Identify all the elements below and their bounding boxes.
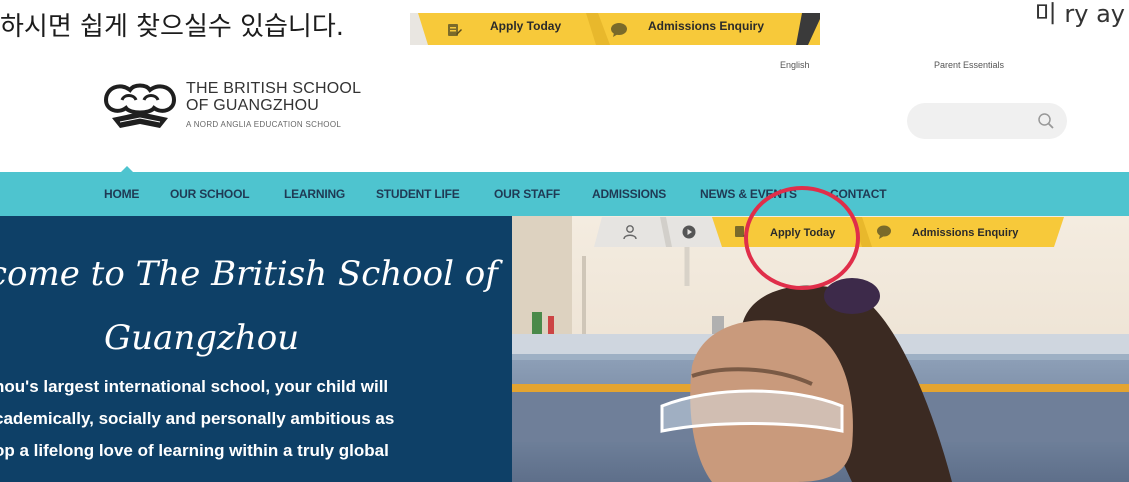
admissions-enquiry-link[interactable]: Admissions Enquiry bbox=[912, 227, 1018, 239]
nav-item-learning[interactable]: LEARNING bbox=[284, 187, 345, 201]
hero-title-line1: come to The British School of bbox=[0, 254, 498, 294]
nav-item-home[interactable]: HOME bbox=[104, 187, 139, 201]
search-input[interactable] bbox=[907, 103, 1067, 139]
apply-icon bbox=[448, 24, 462, 36]
logo-tagline: A NORD ANGLIA EDUCATION SCHOOL bbox=[186, 120, 342, 129]
admissions-enquiry-link-small[interactable]: Admissions Enquiry bbox=[648, 19, 764, 33]
logo-name-line1: THE BRITISH SCHOOL bbox=[186, 80, 362, 97]
nav-item-our-staff[interactable]: OUR STAFF bbox=[494, 187, 560, 201]
parent-essentials-link[interactable]: Parent Essentials bbox=[934, 60, 1004, 70]
caption-text: 하시면 쉽게 찾으실수 있습니다. bbox=[0, 12, 345, 42]
chat-icon bbox=[877, 225, 891, 239]
caption-right-fragment: 미 ry ay bbox=[1034, 0, 1125, 28]
language-label: English bbox=[780, 60, 810, 70]
school-logo[interactable]: THE BRITISH SCHOOL OF GUANGZHOU A NORD A… bbox=[100, 78, 361, 141]
user-icon[interactable] bbox=[622, 224, 638, 240]
language-selector[interactable]: English bbox=[780, 60, 810, 70]
search-icon[interactable] bbox=[1037, 112, 1055, 130]
hero-body-line: hou's largest international school, your… bbox=[0, 377, 389, 396]
chat-icon bbox=[611, 23, 627, 37]
main-nav: HOME OUR SCHOOL LEARNING STUDENT LIFE OU… bbox=[0, 172, 1129, 216]
nav-item-our-school[interactable]: OUR SCHOOL bbox=[170, 187, 250, 201]
crest-icon bbox=[103, 83, 177, 128]
nav-item-student-life[interactable]: STUDENT LIFE bbox=[376, 187, 460, 201]
highlight-circle bbox=[744, 186, 860, 290]
hero-body-line: cademically, socially and personally amb… bbox=[0, 409, 395, 428]
nav-item-admissions[interactable]: ADMISSIONS bbox=[592, 187, 666, 201]
hero-body-line: op a lifelong love of learning within a … bbox=[0, 441, 389, 460]
hero-title-line2: Guangzhou bbox=[104, 318, 300, 358]
cta-bar-small: Apply Today Admissions Enquiry bbox=[410, 7, 820, 45]
apply-today-link-small[interactable]: Apply Today bbox=[490, 19, 561, 33]
logo-name-line2: OF GUANGZHOU bbox=[186, 97, 320, 114]
parent-essentials-label: Parent Essentials bbox=[934, 60, 1005, 70]
play-icon[interactable] bbox=[682, 225, 696, 239]
